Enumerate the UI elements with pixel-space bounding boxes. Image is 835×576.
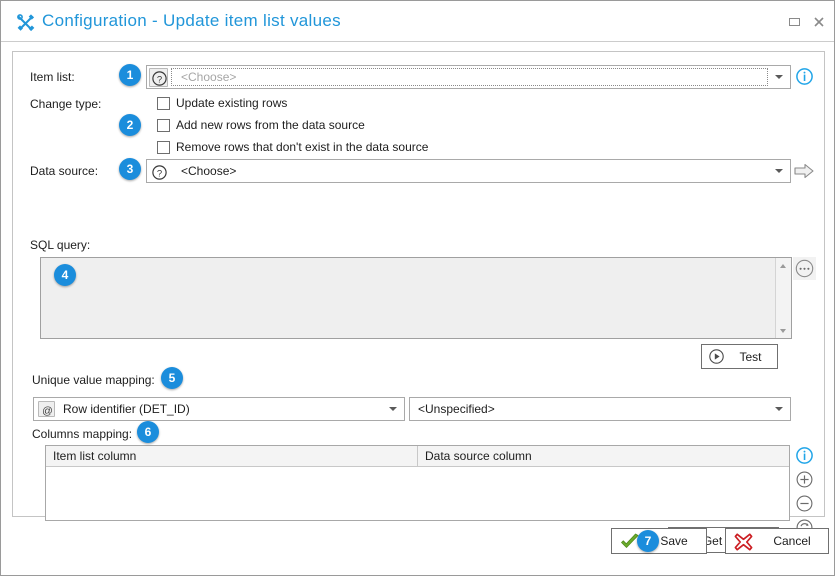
badge-4: 4 (54, 264, 76, 286)
svg-text:@: @ (42, 405, 53, 417)
badge-7: 7 (637, 530, 659, 552)
item-list-focus-indicator (171, 68, 768, 86)
data-source-dropdown-arrow-icon[interactable] (769, 160, 789, 182)
badge-1: 1 (119, 64, 141, 86)
maximize-button[interactable] (787, 14, 803, 30)
plus-circle-icon (796, 471, 813, 488)
red-x-icon (734, 533, 753, 551)
data-source-combobox[interactable]: ? <Choose> (146, 159, 791, 183)
data-source-value: <Choose> (181, 164, 237, 178)
sql-query-scrollbar[interactable] (775, 258, 791, 338)
checkbox-label: Update existing rows (176, 96, 288, 110)
checkbox-label: Remove rows that don't exist in the data… (176, 140, 429, 154)
maximize-icon (789, 18, 800, 26)
svg-text:?: ? (157, 74, 162, 85)
test-button-label: Test (739, 350, 762, 364)
minus-circle-icon (796, 495, 813, 512)
unique-value-mapping-right-value: <Unspecified> (418, 402, 495, 416)
scroll-up-arrow-icon[interactable] (776, 258, 791, 272)
save-button[interactable]: Save (611, 528, 707, 554)
configuration-dialog: Configuration - Update item list values … (0, 0, 835, 576)
unique-value-mapping-label: Unique value mapping: (32, 373, 155, 387)
columns-mapping-info-icon[interactable] (795, 446, 815, 466)
checkbox-box[interactable] (157, 97, 170, 110)
item-list-label: Item list: (30, 70, 75, 84)
window-title: Configuration - Update item list values (42, 11, 341, 30)
play-circle-icon (708, 348, 725, 368)
data-source-help-button[interactable]: ? (149, 162, 168, 181)
title-bar: Configuration - Update item list values (1, 1, 834, 42)
change-type-label: Change type: (30, 97, 102, 111)
badge-2: 2 (119, 114, 141, 136)
item-list-info-icon[interactable] (795, 67, 815, 87)
item-list-value: <Choose> (181, 70, 237, 84)
unique-right-dropdown-arrow-icon[interactable] (769, 398, 789, 420)
item-list-combobox[interactable]: ? <Choose> (146, 65, 791, 89)
configuration-panel: Item list: 1 ? <Choose> Change type: 2 U… (12, 51, 825, 553)
badge-6: 6 (137, 421, 159, 443)
scroll-down-arrow-icon[interactable] (776, 324, 791, 338)
unique-left-dropdown-arrow-icon[interactable] (383, 398, 403, 420)
checkbox-box[interactable] (157, 141, 170, 154)
checkbox-box[interactable] (157, 119, 170, 132)
close-icon (814, 17, 824, 27)
checkbox-label: Add new rows from the data source (176, 118, 365, 132)
badge-3: 3 (119, 158, 141, 180)
tools-icon (16, 13, 36, 33)
ellipsis-icon (795, 259, 814, 278)
question-mark-icon: ? (152, 71, 167, 86)
arrow-right-icon (794, 163, 814, 179)
sql-query-label: SQL query: (30, 238, 91, 252)
cancel-button[interactable]: Cancel (725, 528, 829, 554)
sql-query-ellipsis-button[interactable] (793, 257, 816, 280)
green-check-icon (620, 533, 639, 551)
unique-value-mapping-right-combobox[interactable]: <Unspecified> (409, 397, 791, 421)
dialog-footer: Save Cancel (12, 523, 829, 565)
columns-mapping-label: Columns mapping: (32, 427, 133, 441)
svg-text:?: ? (157, 168, 162, 179)
data-source-go-button[interactable] (794, 161, 814, 181)
columns-mapping-grid[interactable]: Item list column Data source column (45, 445, 790, 521)
grid-column-header-data-source-column[interactable]: Data source column (425, 449, 532, 463)
item-list-dropdown-arrow-icon[interactable] (769, 66, 789, 88)
sql-query-textarea[interactable] (40, 257, 792, 339)
add-row-button[interactable] (795, 470, 815, 490)
unique-value-mapping-left-combobox[interactable]: @ Row identifier (DET_ID) (33, 397, 405, 421)
unique-value-mapping-left-value: Row identifier (DET_ID) (63, 402, 190, 416)
test-button[interactable]: Test (701, 344, 778, 369)
data-source-label: Data source: (30, 164, 99, 178)
remove-row-button[interactable] (795, 494, 815, 514)
grid-column-separator[interactable] (417, 446, 418, 467)
grid-column-header-item-list-column[interactable]: Item list column (53, 449, 136, 463)
cancel-button-label: Cancel (773, 534, 811, 548)
question-mark-icon: ? (152, 165, 167, 180)
close-button[interactable] (811, 14, 827, 30)
at-sign-icon: @ (38, 401, 55, 417)
item-list-help-button[interactable]: ? (149, 68, 168, 87)
badge-5: 5 (161, 367, 183, 389)
grid-header-row: Item list column Data source column (46, 446, 789, 467)
